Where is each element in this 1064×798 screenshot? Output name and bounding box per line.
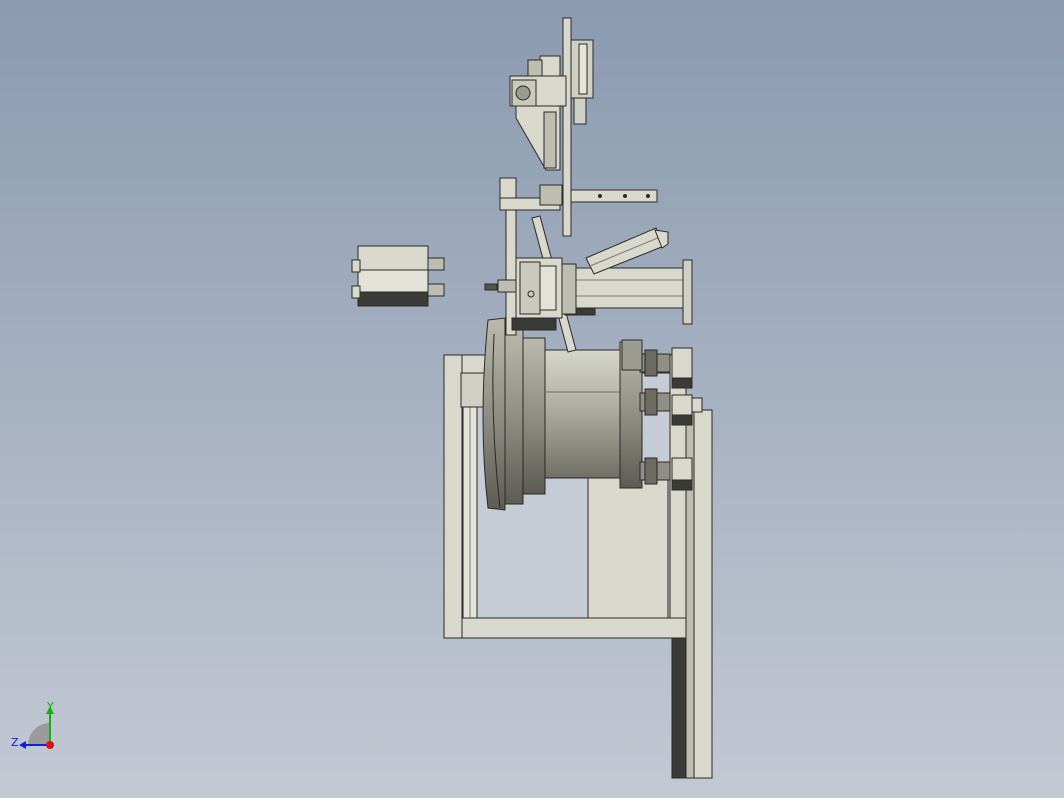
- coordinate-triad: Y Z: [11, 700, 54, 749]
- floating-cylinder-block: [351, 245, 445, 307]
- side-arm: [570, 189, 658, 203]
- triad-arc: [28, 723, 50, 745]
- x-axis-dot: [46, 741, 54, 749]
- cad-assembly-drawing[interactable]: Y Z: [0, 0, 1064, 798]
- angled-actuator: [585, 227, 669, 275]
- z-axis-label: Z: [11, 736, 19, 749]
- cad-viewport[interactable]: Y Z: [0, 0, 1064, 798]
- motor-housing-box: [587, 469, 669, 619]
- y-axis-label: Y: [46, 700, 54, 713]
- z-arrow-head: [19, 741, 26, 749]
